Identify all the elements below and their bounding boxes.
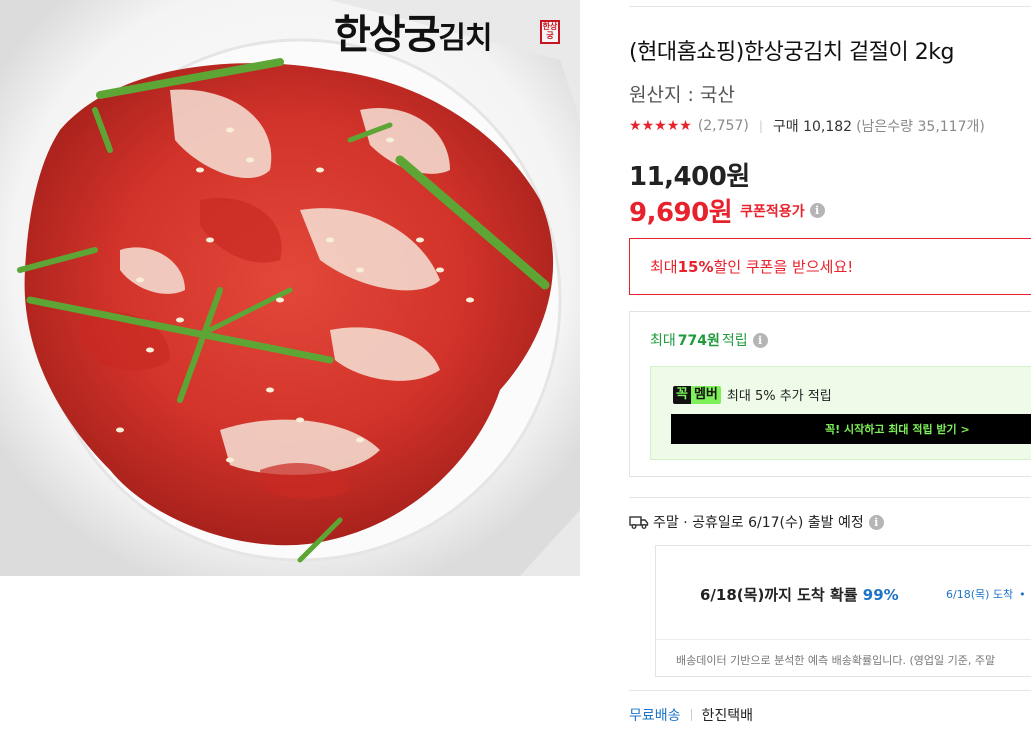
star-icon: ★ [654,118,667,134]
membership-box: 꼭 멤버 최대 5% 추가 적립 꼭! 시작하고 최대 적립 받기 > [650,366,1031,460]
courier-name: 한진택배 [701,708,754,724]
product-detail-panel: (현대홈쇼핑)한상궁김치 겉절이 2kg 원산지 : 국산 ★ ★ ★ ★ ★ … [629,0,1031,738]
coupon-percent: 15% [677,257,714,276]
separator [690,709,692,721]
brand-logo: 한상궁김치 [334,2,493,60]
membership-badge-m: 멤버 [690,385,721,404]
points-line: 최대 774원 적립 i [650,330,768,350]
coupon-suffix: 할인 쿠폰을 받으세요! [713,258,854,276]
star-icon: ★ [641,118,655,134]
points-suffix: 적립 [721,333,748,349]
membership-cta-button[interactable]: 꼭! 시작하고 최대 적립 받기 > [671,414,1031,444]
kimchi-photo [0,0,580,576]
product-title: (현대홈쇼핑)한상궁김치 겉절이 2kg [629,40,954,65]
membership-line: 꼭 멤버 최대 5% 추가 적립 [673,385,832,404]
star-icon: ★ [666,118,680,134]
product-origin: 원산지 : 국산 [629,84,735,106]
arrival-percent: 99% [862,586,899,604]
info-icon[interactable]: i [752,332,768,348]
divider [629,690,1031,691]
brand-logo-big: 한상궁 [334,11,440,58]
coupon-download-button[interactable]: 최대 15% 할인 쿠폰을 받으세요! [629,238,1031,295]
brand-logo-small: 김치 [438,21,492,56]
product-page: 한상궁김치 한상궁 (현대홈쇼핑)한상궁김치 겉절이 2kg 원산지 : 국산 … [0,0,1031,738]
points-amount: 774원 [677,333,720,349]
purchase-count: 구매 10,182 [772,119,853,135]
arrival-side-label: 6/18(목) 도착 [946,588,1014,601]
free-shipping-label: 무료배송 [629,708,681,724]
arrival-probability: 6/18(목)까지 도착 확률 99% [700,584,899,605]
divider [629,497,1031,498]
arrival-date-chart: 6/18(목) 도착 • [946,586,1026,602]
points-prefix: 최대 [650,333,676,349]
sale-price-row: 9,690원 쿠폰적용가 i [629,192,825,229]
membership-text: 최대 5% 추가 적립 [726,389,832,404]
points-box: 최대 774원 적립 i 꼭 멤버 최대 5% 추가 적립 꼭! 시작하고 최대 … [629,311,1031,477]
shipping-notice-text: 주말 · 공휴일로 6/17(수) 출발 예정 [653,515,864,531]
arrival-probability-box: 6/18(목)까지 도착 확률 99% 6/18(목) 도착 • 배송데이터 기반… [655,545,1031,677]
arrival-dot: • [1019,588,1026,601]
info-icon[interactable]: i [809,203,825,218]
info-icon[interactable]: i [868,514,884,530]
arrival-text: 6/18(목)까지 도착 확률 [700,586,863,604]
membership-badge: 꼭 멤버 [673,385,721,404]
original-price: 11,400원 [629,162,750,192]
coupon-prefix: 최대 [650,258,678,276]
delivery-info: 무료배송 한진택배 [629,705,753,725]
star-icon: ★ [679,118,692,134]
divider [629,6,1031,7]
sale-price: 9,690원 [629,198,733,228]
rating-row: ★ ★ ★ ★ ★ (2,757) | 구매 10,182 (남은수량 35,1… [629,116,985,136]
shipping-notice: 주말 · 공휴일로 6/17(수) 출발 예정 i [629,512,884,532]
divider [656,639,1031,640]
star-rating[interactable]: ★ ★ ★ ★ ★ [629,119,692,133]
membership-badge-k: 꼭 [673,385,691,404]
separator: | [758,119,763,133]
brand-seal: 한상궁 [540,20,560,44]
coupon-applied-label: 쿠폰적용가 [740,203,805,220]
remaining-stock: (남은수량 35,117개) [856,119,985,135]
star-icon: ★ [629,118,642,134]
truck-icon [629,516,649,529]
product-image[interactable]: 한상궁김치 한상궁 [0,0,580,576]
arrival-note: 배송데이터 기반으로 분석한 예측 배송확률입니다. (영업일 기준, 주말 [676,654,996,667]
review-count-link[interactable]: (2,757) [698,118,749,134]
